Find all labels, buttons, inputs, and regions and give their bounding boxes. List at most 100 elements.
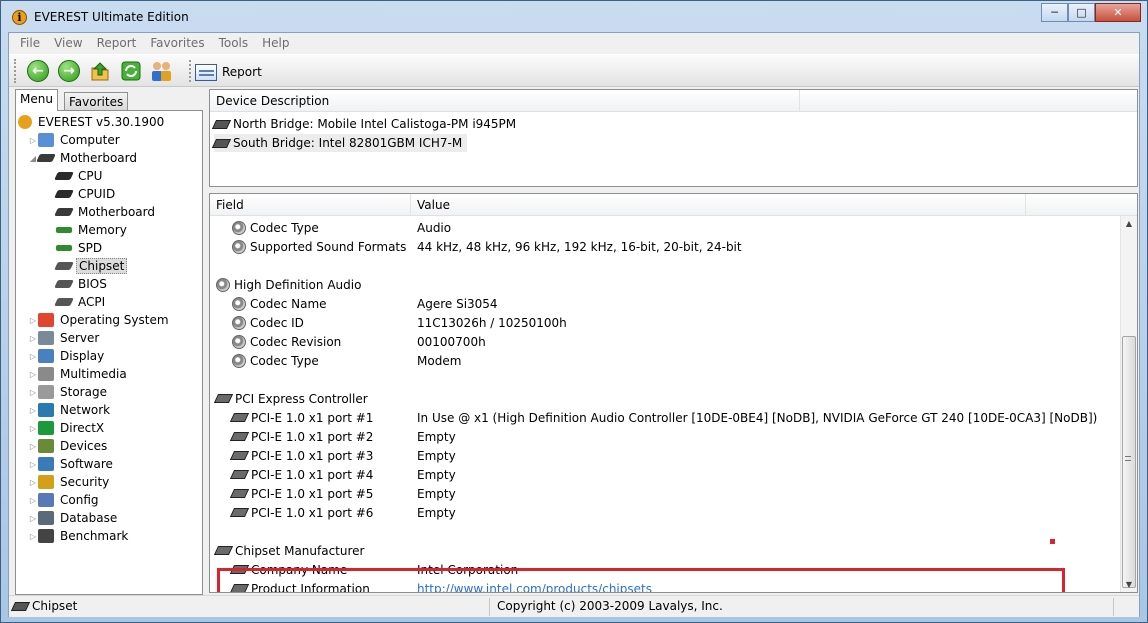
device-item-north-bridge[interactable]: North Bridge: Mobile Intel Calistoga-PM …	[211, 115, 517, 133]
report-button[interactable]: Report	[195, 60, 262, 84]
expand-right-icon[interactable]: ▷	[28, 136, 38, 145]
expand-right-icon[interactable]: ▷	[28, 514, 38, 523]
tree-item-everest-v5-30-1900[interactable]: EVEREST v5.30.1900	[16, 113, 202, 131]
details-table: Field Value Codec Type Audio Supported Sou…	[209, 193, 1138, 593]
tab-menu[interactable]: Menu	[15, 89, 58, 111]
device-item-label: North Bridge: Mobile Intel Calistoga-PM …	[233, 117, 517, 131]
table-row[interactable]: Codec Revision 00100700h	[210, 332, 1120, 351]
app-info-icon[interactable]: i	[12, 10, 27, 25]
menu-view[interactable]: View	[47, 36, 89, 50]
tree-item-storage[interactable]: ▷ Storage	[16, 383, 202, 401]
tree-item-devices[interactable]: ▷ Devices	[16, 437, 202, 455]
scrollbar-thumb[interactable]	[1122, 336, 1136, 588]
tree-item-software[interactable]: ▷ Software	[16, 455, 202, 473]
expand-right-icon[interactable]: ▷	[28, 496, 38, 505]
group-row[interactable]: High Definition Audio	[210, 275, 1120, 294]
expand-right-icon[interactable]: ▷	[28, 442, 38, 451]
expand-right-icon[interactable]: ▷	[28, 532, 38, 541]
value-column-header[interactable]: Value	[411, 194, 1026, 216]
tree-item-network[interactable]: ▷ Network	[16, 401, 202, 419]
maximize-button[interactable]: □	[1068, 3, 1095, 22]
expand-right-icon[interactable]: ▷	[28, 406, 38, 415]
speaker-icon	[232, 353, 246, 368]
tree-item-memory[interactable]: Memory	[16, 221, 202, 239]
close-button[interactable]: ✕	[1095, 3, 1141, 22]
device-description-header[interactable]: Device Description	[210, 89, 800, 112]
tree-item-database[interactable]: ▷ Database	[16, 509, 202, 527]
field-label: PCI-E 1.0 x1 port #2	[251, 429, 374, 444]
tree-item-benchmark[interactable]: ▷ Benchmark	[16, 527, 202, 545]
scroll-down-icon[interactable]: ▼	[1121, 577, 1137, 592]
table-row[interactable]: PCI-E 1.0 x1 port #2 Empty	[210, 427, 1120, 446]
menu-tools[interactable]: Tools	[212, 36, 256, 50]
tree-item-cpu[interactable]: CPU	[16, 167, 202, 185]
users-button[interactable]	[150, 59, 174, 83]
tree-item-label: DirectX	[60, 421, 105, 435]
forward-arrow-icon: →	[58, 60, 80, 82]
highlight-annotation-box	[217, 568, 1065, 592]
tree-item-server[interactable]: ▷ Server	[16, 329, 202, 347]
tree-item-chipset[interactable]: Chipset	[16, 257, 202, 275]
expand-right-icon[interactable]: ▷	[28, 460, 38, 469]
title-bar[interactable]: i EVEREST Ultimate Edition ─ □ ✕	[1, 1, 1147, 33]
table-row[interactable]: Codec Name Agere Si3054	[210, 294, 1120, 313]
tree-item-label: Config	[60, 493, 99, 507]
tree-item-multimedia[interactable]: ▷ Multimedia	[16, 365, 202, 383]
menu-file[interactable]: File	[13, 36, 47, 50]
group-row[interactable]: Chipset Manufacturer	[210, 541, 1120, 560]
speaker-icon	[216, 277, 230, 292]
up-button[interactable]	[88, 59, 112, 83]
field-column-header[interactable]: Field	[210, 194, 411, 216]
tree-item-cpuid[interactable]: CPUID	[16, 185, 202, 203]
tree-item-motherboard[interactable]: Motherboard	[16, 203, 202, 221]
menu-help[interactable]: Help	[255, 36, 296, 50]
table-row[interactable]: PCI-E 1.0 x1 port #1 In Use @ x1 (High De…	[210, 408, 1120, 427]
tree-item-label: SPD	[78, 241, 103, 255]
chip-icon	[54, 298, 74, 306]
refresh-button[interactable]	[119, 59, 143, 83]
table-row[interactable]: Supported Sound Formats 44 kHz, 48 kHz, 9…	[210, 237, 1120, 256]
table-row[interactable]: PCI-E 1.0 x1 port #5 Empty	[210, 484, 1120, 503]
table-row[interactable]: Codec Type Audio	[210, 218, 1120, 237]
minimize-button[interactable]: ─	[1041, 3, 1068, 22]
scroll-up-icon[interactable]: ▲	[1121, 216, 1137, 232]
table-row[interactable]: PCI-E 1.0 x1 port #4 Empty	[210, 465, 1120, 484]
tree-item-config[interactable]: ▷ Config	[16, 491, 202, 509]
expand-right-icon[interactable]: ▷	[28, 424, 38, 433]
forward-button[interactable]: →	[57, 59, 81, 83]
expand-right-icon[interactable]: ▷	[28, 316, 38, 325]
navigation-tree[interactable]: EVEREST v5.30.1900 ▷ Computer ◢ Motherboard C…	[15, 110, 203, 595]
tab-favorites[interactable]: Favorites	[64, 92, 129, 110]
tree-item-display[interactable]: ▷ Display	[16, 347, 202, 365]
speaker-icon	[232, 220, 246, 235]
cpu-icon	[54, 190, 74, 198]
expand-right-icon[interactable]: ▷	[28, 334, 38, 343]
table-row[interactable]: Codec Type Modem	[210, 351, 1120, 370]
expand-right-icon[interactable]: ▷	[28, 478, 38, 487]
expand-right-icon[interactable]: ▷	[28, 370, 38, 379]
tree-item-motherboard[interactable]: ◢ Motherboard	[16, 149, 202, 167]
menu-report[interactable]: Report	[90, 36, 144, 50]
tree-item-directx[interactable]: ▷ DirectX	[16, 419, 202, 437]
group-row[interactable]: PCI Express Controller	[210, 389, 1120, 408]
expand-right-icon[interactable]: ▷	[28, 352, 38, 361]
tree-item-spd[interactable]: SPD	[16, 239, 202, 257]
back-button[interactable]: ←	[26, 59, 50, 83]
tree-item-operating-system[interactable]: ▷ Operating System	[16, 311, 202, 329]
table-row[interactable]: PCI-E 1.0 x1 port #6 Empty	[210, 503, 1120, 522]
table-row[interactable]: PCI-E 1.0 x1 port #3 Empty	[210, 446, 1120, 465]
device-item-south-bridge[interactable]: South Bridge: Intel 82801GBM ICH7-M	[211, 134, 468, 152]
tree-item-acpi[interactable]: ACPI	[16, 293, 202, 311]
chip-icon	[54, 262, 74, 270]
field-label: Codec Revision	[250, 334, 342, 349]
tree-item-security[interactable]: ▷ Security	[16, 473, 202, 491]
tree-item-label: BIOS	[78, 277, 107, 291]
field-label: Codec ID	[250, 315, 304, 330]
table-row[interactable]: Codec ID 11C13026h / 10250100h	[210, 313, 1120, 332]
expand-right-icon[interactable]: ▷	[28, 388, 38, 397]
tree-item-bios[interactable]: BIOS	[16, 275, 202, 293]
tree-item-computer[interactable]: ▷ Computer	[16, 131, 202, 149]
menu-favorites[interactable]: Favorites	[143, 36, 211, 50]
vertical-scrollbar[interactable]: ▲ ▼	[1120, 216, 1137, 592]
toolbar-grip[interactable]	[14, 59, 17, 83]
